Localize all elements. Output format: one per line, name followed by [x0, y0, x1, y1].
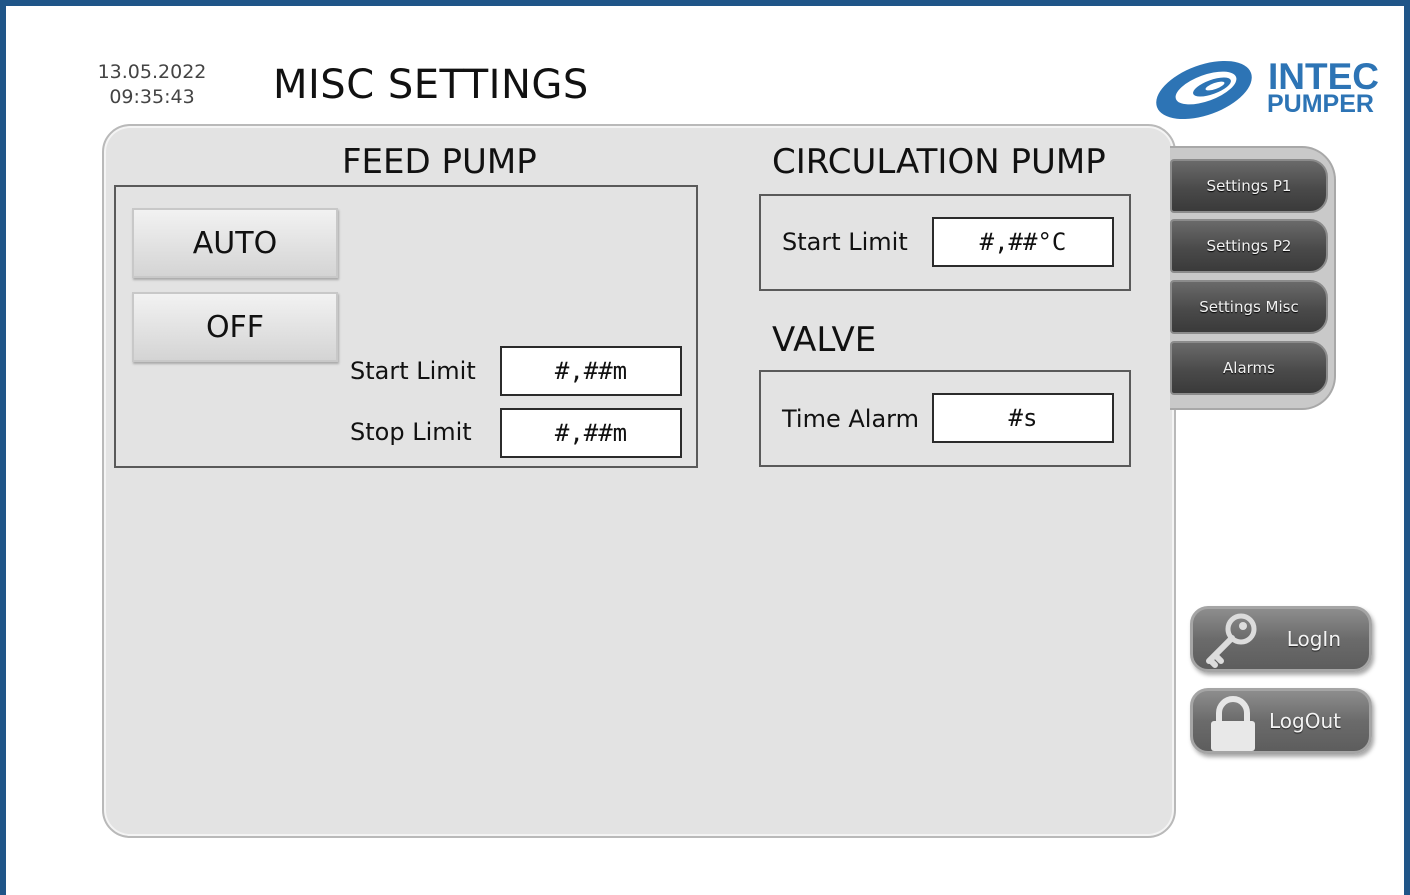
login-label: LogIn [1286, 627, 1341, 651]
logout-label: LogOut [1269, 709, 1341, 733]
feed-start-limit-field[interactable]: #,##m [500, 346, 682, 396]
padlock-icon [1211, 696, 1255, 751]
date-text: 13.05.2022 [97, 61, 207, 83]
key-icon [1206, 613, 1257, 668]
logout-button[interactable]: LogOut [1190, 688, 1372, 754]
valve-title: VALVE [772, 320, 877, 360]
nav-settings-misc-button[interactable]: Settings Misc [1170, 280, 1328, 334]
time-alarm-label: Time Alarm [782, 405, 919, 433]
nav-settings-p2-button[interactable]: Settings P2 [1170, 219, 1328, 273]
feed-stop-limit-field[interactable]: #,##m [500, 408, 682, 458]
time-text: 09:35:43 [109, 86, 195, 108]
datetime-display: 13.05.2022 09:35:43 [92, 60, 212, 110]
page-title: MISC SETTINGS [273, 62, 589, 108]
intec-pumper-logo: INTEC PUMPER [1152, 54, 1390, 124]
feed-stop-limit-label: Stop Limit [350, 418, 472, 446]
logo-swirl-icon [1156, 60, 1252, 120]
off-button[interactable]: OFF [132, 292, 338, 362]
login-button[interactable]: LogIn [1190, 606, 1372, 672]
feed-start-limit-label: Start Limit [350, 357, 476, 385]
auto-button[interactable]: AUTO [132, 208, 338, 278]
circ-start-limit-label: Start Limit [782, 228, 908, 256]
nav-settings-p1-button[interactable]: Settings P1 [1170, 159, 1328, 213]
time-alarm-field[interactable]: #s [932, 393, 1114, 443]
circ-start-limit-field[interactable]: #,##°C [932, 217, 1114, 267]
nav-alarms-button[interactable]: Alarms [1170, 341, 1328, 395]
circulation-pump-title: CIRCULATION PUMP [772, 142, 1106, 182]
feed-pump-title: FEED PUMP [342, 142, 537, 182]
logo-line2: PUMPER [1267, 90, 1374, 118]
